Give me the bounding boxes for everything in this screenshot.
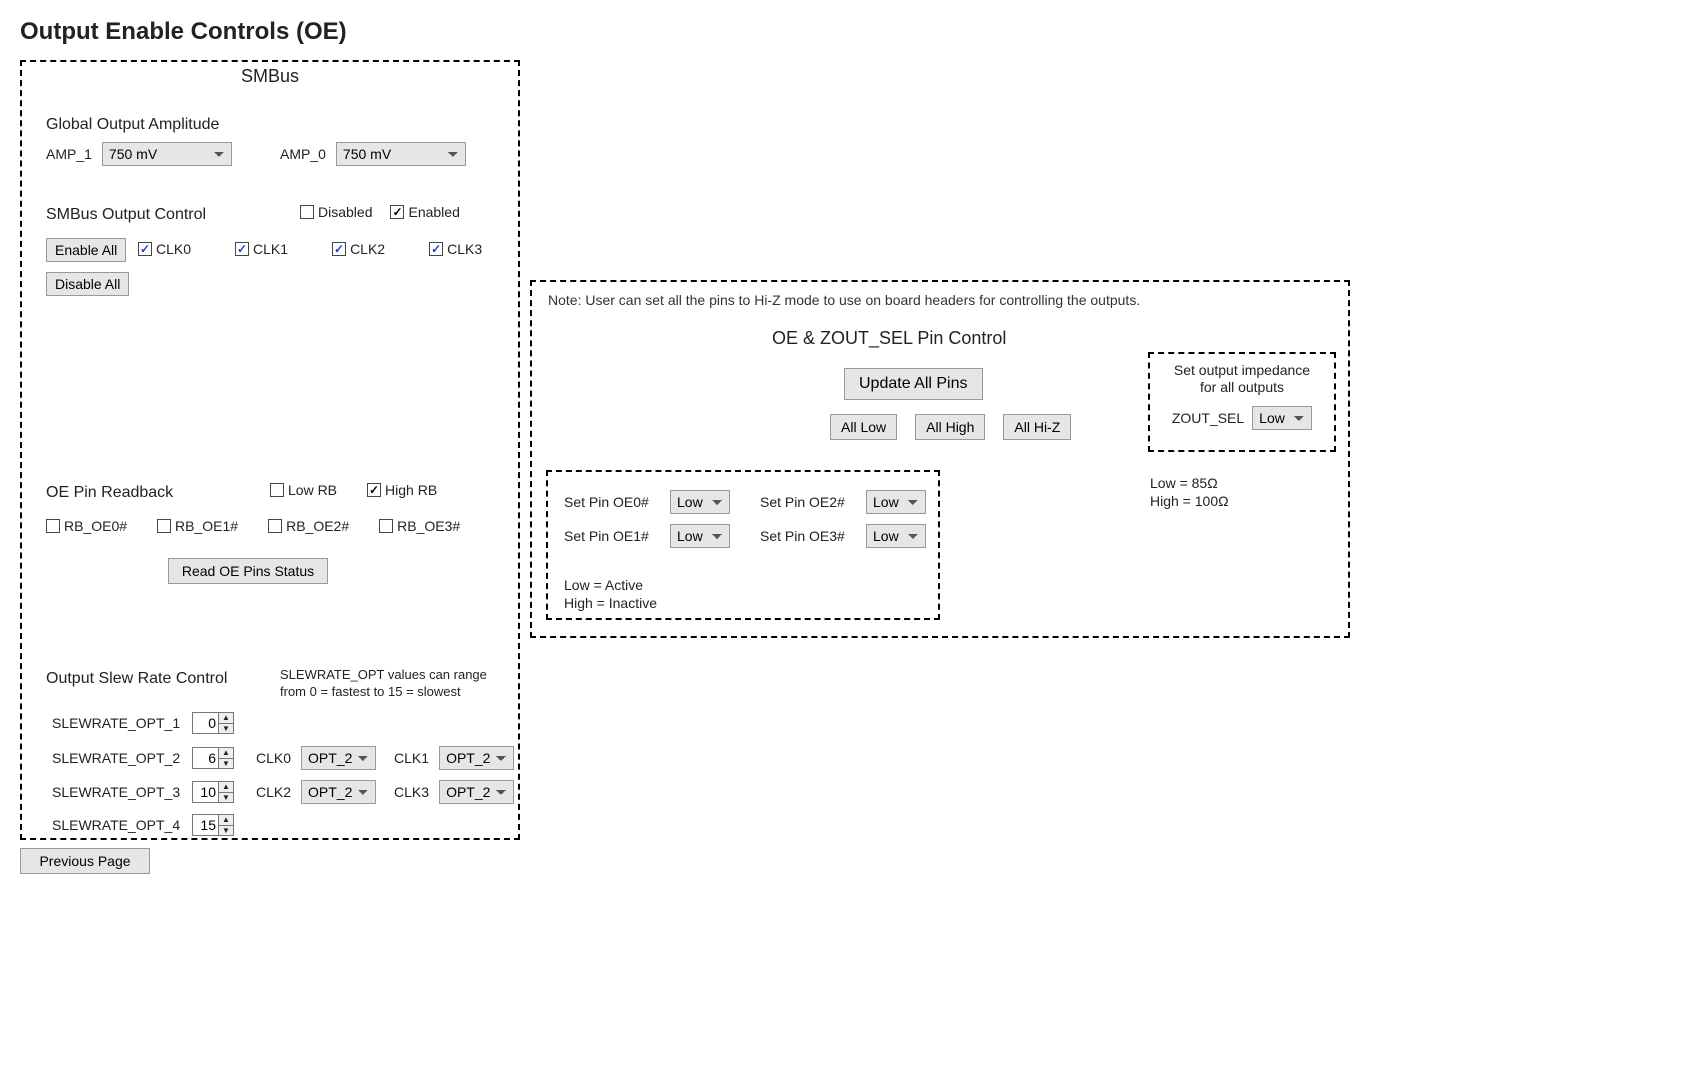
set-pin-oe1-label: Set Pin OE1# [564, 528, 660, 544]
clk2-opt-label: CLK2 [256, 784, 291, 800]
set-pin-oe1-select[interactable]: Low [670, 524, 730, 548]
slew-help-line2: from 0 = fastest to 15 = slowest [280, 683, 487, 700]
update-all-pins-button[interactable]: Update All Pins [844, 368, 983, 400]
clk3-checkbox[interactable]: CLK3 [429, 241, 482, 257]
up-arrow-icon[interactable]: ▲ [218, 781, 234, 792]
clk2-checkbox[interactable]: CLK2 [332, 241, 385, 257]
zout-box-line2: for all outputs [1150, 379, 1334, 396]
all-high-button[interactable]: All High [915, 414, 985, 440]
set-pin-oe3-select[interactable]: Low [866, 524, 926, 548]
down-arrow-icon[interactable]: ▼ [218, 758, 234, 770]
zout-high-note: High = 100Ω [1150, 492, 1229, 510]
enable-all-button[interactable]: Enable All [46, 238, 126, 262]
amp1-select[interactable]: 750 mV [102, 142, 232, 166]
legend-enabled: Enabled [390, 204, 459, 220]
smbus-output-control-label: SMBus Output Control [46, 206, 206, 224]
zout-low-note: Low = 85Ω [1150, 474, 1229, 492]
zout-box-line1: Set output impedance [1150, 362, 1334, 379]
amp0-label: AMP_0 [280, 146, 326, 162]
slewrate-opt4-label: SLEWRATE_OPT_4 [52, 817, 182, 833]
oe-readback-label: OE Pin Readback [46, 484, 173, 502]
amp1-label: AMP_1 [46, 146, 92, 162]
down-arrow-icon[interactable]: ▼ [218, 723, 234, 735]
set-pin-oe2-label: Set Pin OE2# [760, 494, 856, 510]
slewrate-opt2-label: SLEWRATE_OPT_2 [52, 750, 182, 766]
slew-rate-label: Output Slew Rate Control [46, 670, 227, 688]
global-amp-label: Global Output Amplitude [46, 116, 219, 134]
slewrate-opt1-input[interactable] [192, 712, 218, 734]
slewrate-opt3-stepper[interactable]: ▲▼ [192, 781, 234, 803]
pin-control-panel: Note: User can set all the pins to Hi-Z … [530, 280, 1350, 638]
slewrate-opt4-stepper[interactable]: ▲▼ [192, 814, 234, 836]
down-arrow-icon[interactable]: ▼ [218, 792, 234, 804]
clk3-opt-select[interactable]: OPT_2 [439, 780, 514, 804]
smbus-panel-title: SMBus [22, 66, 518, 87]
slewrate-opt3-label: SLEWRATE_OPT_3 [52, 784, 182, 800]
disable-all-button[interactable]: Disable All [46, 272, 129, 296]
legend-high-rb: High RB [367, 482, 437, 498]
page-title: Output Enable Controls (OE) [20, 18, 1669, 46]
rb-oe0-checkbox[interactable]: RB_OE0# [46, 518, 127, 534]
clk0-opt-label: CLK0 [256, 750, 291, 766]
read-oe-pins-button[interactable]: Read OE Pins Status [168, 558, 328, 584]
slew-help-line1: SLEWRATE_OPT values can range [280, 666, 487, 683]
previous-page-button[interactable]: Previous Page [20, 848, 150, 874]
rb-oe3-checkbox[interactable]: RB_OE3# [379, 518, 460, 534]
slewrate-opt1-stepper[interactable]: ▲▼ [192, 712, 234, 734]
pin-panel-title: OE & ZOUT_SEL Pin Control [772, 328, 1006, 349]
clk1-opt-label: CLK1 [394, 750, 429, 766]
up-arrow-icon[interactable]: ▲ [218, 747, 234, 758]
amp0-select[interactable]: 750 mV [336, 142, 466, 166]
zout-sel-box: Set output impedance for all outputs ZOU… [1148, 352, 1336, 452]
pin-control-note: Note: User can set all the pins to Hi-Z … [548, 292, 1332, 308]
clk3-opt-label: CLK3 [394, 784, 429, 800]
clk0-opt-select[interactable]: OPT_2 [301, 746, 376, 770]
set-pin-oe0-select[interactable]: Low [670, 490, 730, 514]
all-hiz-button[interactable]: All Hi-Z [1003, 414, 1071, 440]
zout-sel-label: ZOUT_SEL [1172, 410, 1244, 426]
clk0-checkbox[interactable]: CLK0 [138, 241, 191, 257]
set-pin-oe2-select[interactable]: Low [866, 490, 926, 514]
rb-oe1-checkbox[interactable]: RB_OE1# [157, 518, 238, 534]
zout-sel-select[interactable]: Low [1252, 406, 1312, 430]
set-pin-legend-low: Low = Active [564, 576, 657, 594]
set-pin-legend-high: High = Inactive [564, 594, 657, 612]
clk1-checkbox[interactable]: CLK1 [235, 241, 288, 257]
legend-low-rb: Low RB [270, 482, 337, 498]
slewrate-opt3-input[interactable] [192, 781, 218, 803]
legend-disabled: Disabled [300, 204, 372, 220]
slewrate-opt1-label: SLEWRATE_OPT_1 [52, 715, 182, 731]
clk2-opt-select[interactable]: OPT_2 [301, 780, 376, 804]
clk1-opt-select[interactable]: OPT_2 [439, 746, 514, 770]
up-arrow-icon[interactable]: ▲ [218, 814, 234, 825]
slewrate-opt2-input[interactable] [192, 747, 218, 769]
rb-oe2-checkbox[interactable]: RB_OE2# [268, 518, 349, 534]
all-low-button[interactable]: All Low [830, 414, 897, 440]
up-arrow-icon[interactable]: ▲ [218, 712, 234, 723]
slewrate-opt4-input[interactable] [192, 814, 218, 836]
down-arrow-icon[interactable]: ▼ [218, 825, 234, 837]
set-pin-oe3-label: Set Pin OE3# [760, 528, 856, 544]
smbus-panel: SMBus Global Output Amplitude AMP_1 750 … [20, 60, 520, 840]
set-pin-oe0-label: Set Pin OE0# [564, 494, 660, 510]
slewrate-opt2-stepper[interactable]: ▲▼ [192, 747, 234, 769]
set-pin-box: Set Pin OE0# Low Set Pin OE2# Low Set Pi… [546, 470, 940, 620]
